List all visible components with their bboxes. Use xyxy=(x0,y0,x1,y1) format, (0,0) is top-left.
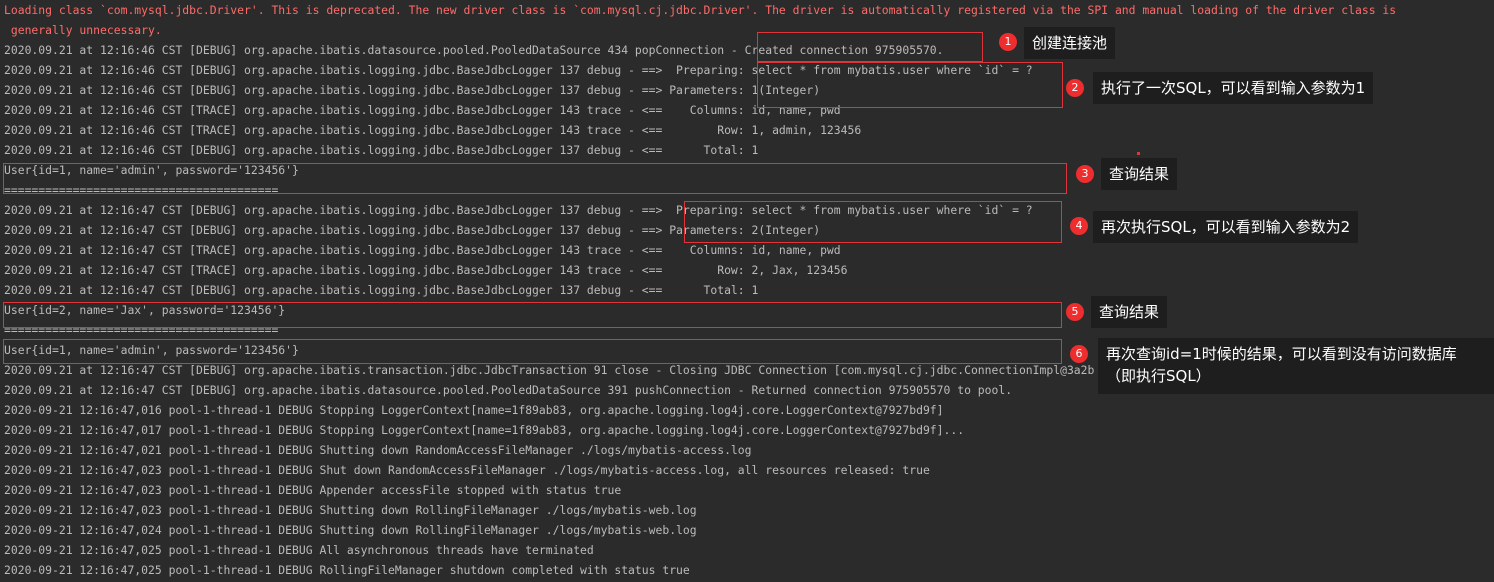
log-line: 2020-09-21 12:16:47,025 pool-1-thread-1 … xyxy=(4,543,594,557)
log-line: 2020.09.21 at 12:16:47 CST [TRACE] org.a… xyxy=(4,263,848,277)
annotation-badge-5: 5 xyxy=(1066,303,1084,321)
annotation-badge-6: 6 xyxy=(1070,345,1088,363)
log-line: 2020-09-21 12:16:47,016 pool-1-thread-1 … xyxy=(4,403,944,417)
log-line: 2020.09.21 at 12:16:47 CST [TRACE] org.a… xyxy=(4,243,841,257)
annotation-badge-1: 1 xyxy=(999,33,1017,51)
annotation-note-4: 再次执行SQL，可以看到输入参数为2 xyxy=(1093,211,1359,243)
annotation-badge-3: 3 xyxy=(1076,165,1094,183)
log-line: 2020-09-21 12:16:47,023 pool-1-thread-1 … xyxy=(4,483,622,497)
highlight-second-result xyxy=(3,302,1062,328)
log-line: Loading class `com.mysql.jdbc.Driver'. T… xyxy=(4,3,1397,17)
log-line: 2020.09.21 at 12:16:46 CST [DEBUG] org.a… xyxy=(4,83,821,97)
log-line: 2020-09-21 12:16:47,023 pool-1-thread-1 … xyxy=(4,503,697,517)
annotation-note-5: 查询结果 xyxy=(1091,296,1168,328)
log-line: 2020-09-21 12:16:47,021 pool-1-thread-1 … xyxy=(4,443,752,457)
annotation-note-1: 创建连接池 xyxy=(1024,27,1116,59)
log-line: 2020.09.21 at 12:16:46 CST [TRACE] org.a… xyxy=(4,123,862,137)
log-line: generally unnecessary. xyxy=(4,23,162,37)
annotation-note-6: 再次查询id=1时候的结果，可以看到没有访问数据库 （即执行SQL） xyxy=(1098,338,1494,394)
stray-mark xyxy=(1137,152,1140,155)
annotation-note-6-line-2: （即执行SQL） xyxy=(1106,367,1211,385)
highlight-cached-result xyxy=(3,339,1062,364)
log-line: 2020.09.21 at 12:16:46 CST [TRACE] org.a… xyxy=(4,103,841,117)
highlight-created-connection xyxy=(757,32,983,62)
highlight-first-sql xyxy=(757,62,1063,108)
annotation-badge-4: 4 xyxy=(1070,217,1088,235)
log-line: 2020.09.21 at 12:16:47 CST [DEBUG] org.a… xyxy=(4,283,759,297)
highlight-first-result xyxy=(3,163,1067,194)
annotation-note-6-line-1: 再次查询id=1时候的结果，可以看到没有访问数据库 xyxy=(1106,345,1457,363)
log-line: 2020-09-21 12:16:47,023 pool-1-thread-1 … xyxy=(4,463,930,477)
log-line: 2020.09.21 at 12:16:47 CST [DEBUG] org.a… xyxy=(4,383,1013,397)
log-line: 2020-09-21 12:16:47,017 pool-1-thread-1 … xyxy=(4,423,965,437)
annotation-badge-2: 2 xyxy=(1066,79,1084,97)
log-line: 2020-09-21 12:16:47,025 pool-1-thread-1 … xyxy=(4,563,690,577)
annotation-note-3: 查询结果 xyxy=(1101,158,1178,190)
log-line: 2020.09.21 at 12:16:46 CST [DEBUG] org.a… xyxy=(4,143,759,157)
annotation-note-2: 执行了一次SQL，可以看到输入参数为1 xyxy=(1093,72,1374,104)
log-line: 2020-09-21 12:16:47,024 pool-1-thread-1 … xyxy=(4,523,697,537)
highlight-second-sql xyxy=(684,201,1062,243)
